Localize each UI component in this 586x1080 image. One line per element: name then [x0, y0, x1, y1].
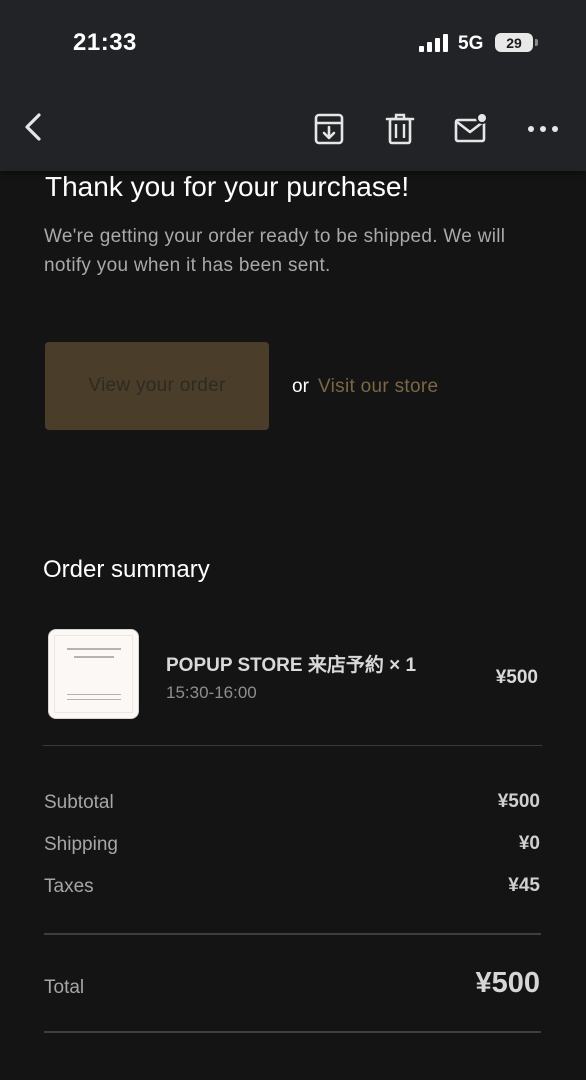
back-icon[interactable] [18, 110, 52, 144]
top-bar: 21:33 5G 29 [0, 0, 586, 171]
signal-icon [419, 34, 448, 52]
total-label: Total [44, 977, 85, 998]
totals-divider [44, 933, 541, 935]
battery-icon: 29 [495, 33, 533, 52]
or-text: or [292, 376, 309, 397]
thumbnail-line [67, 694, 121, 695]
thumbnail-line [67, 699, 121, 700]
view-order-button[interactable]: View your order [45, 342, 269, 430]
thumbnail-line [67, 648, 121, 650]
thumbnail-frame [54, 635, 133, 713]
shipping-value: ¥0 [518, 833, 540, 854]
product-thumbnail [48, 629, 139, 719]
total-value: ¥500 [475, 967, 540, 999]
network-type: 5G [458, 33, 484, 54]
mail-unread-icon[interactable] [454, 112, 488, 146]
email-screen: 21:33 5G 29 Thank you for your purchase!… [0, 0, 586, 1080]
battery-level: 29 [506, 34, 522, 51]
status-time: 21:33 [73, 29, 137, 56]
subtotal-value: ¥500 [497, 791, 540, 812]
taxes-label: Taxes [44, 876, 94, 897]
thumbnail-line [74, 656, 114, 658]
item-divider [43, 745, 542, 746]
visit-store-link[interactable]: Visit our store [318, 376, 438, 398]
shipping-label: Shipping [44, 834, 118, 855]
bottom-divider [44, 1031, 541, 1033]
taxes-value: ¥45 [508, 875, 540, 896]
message-title: Thank you for your purchase! [45, 171, 410, 202]
item-detail: 15:30-16:00 [166, 683, 257, 702]
archive-icon[interactable] [312, 112, 346, 146]
more-icon[interactable] [526, 112, 560, 146]
trash-icon[interactable] [383, 112, 417, 146]
item-price: ¥500 [495, 667, 538, 688]
message-body: We're getting your order ready to be shi… [44, 226, 506, 276]
order-summary-heading: Order summary [43, 556, 210, 583]
battery-tip [535, 39, 538, 46]
subtotal-label: Subtotal [44, 792, 114, 813]
item-name: POPUP STORE 来店予約 × 1 [166, 655, 417, 676]
